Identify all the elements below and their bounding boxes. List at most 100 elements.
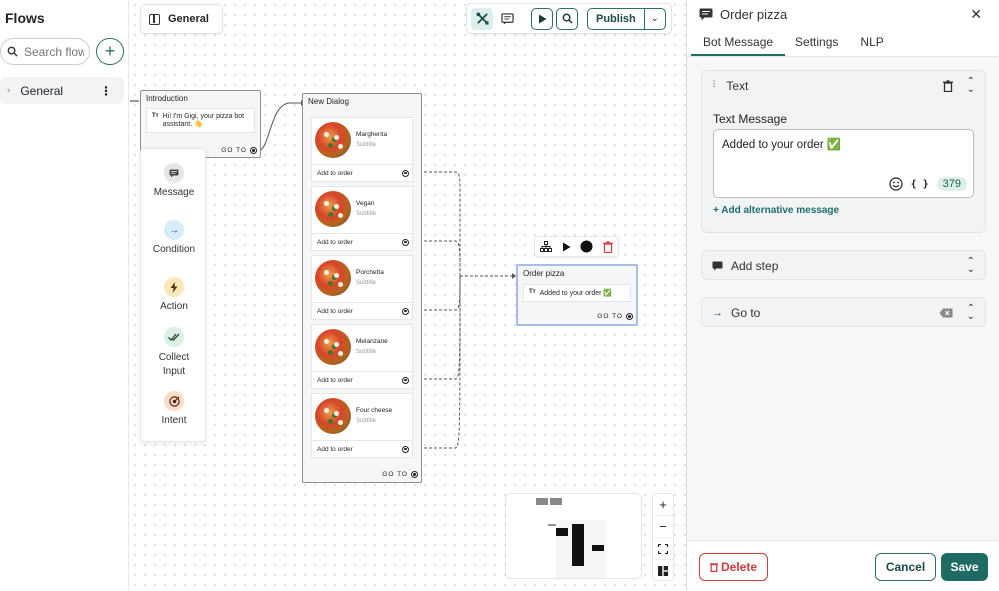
connector-dot-icon[interactable] [402,307,409,315]
panel-footer: Delete Cancel Save [687,540,999,591]
connector-dot-icon[interactable] [626,313,633,320]
target-icon [164,391,184,411]
chevron-right-icon: › [7,85,11,96]
delete-label: Delete [720,560,758,574]
palette-item-condition[interactable]: → Condition [141,220,207,255]
add-flow-button[interactable]: + [96,38,124,65]
clear-icon[interactable] [939,308,953,318]
go-to-label: Go to [731,305,761,320]
node-toolbar [534,236,619,257]
emoji-icon[interactable] [888,177,903,191]
palette-label: Collect Input [158,352,190,377]
goto-handle[interactable]: GO TO [221,147,257,154]
card-button[interactable]: Add to order [312,302,413,319]
trash-icon[interactable] [603,240,614,253]
card-subtitle: Subtitle [356,418,377,424]
record-icon[interactable] [580,240,593,253]
cancel-button[interactable]: Cancel [875,553,936,581]
card-button[interactable]: Add to order [312,233,413,250]
connector-dot-icon[interactable] [402,169,409,177]
arrow-right-icon: → [164,220,184,240]
card-subtitle: Subtitle [356,349,377,355]
zoom-in-icon[interactable]: + [653,494,673,516]
expand-icon[interactable]: ⌃ ⌄ [967,303,975,321]
layout-icon[interactable] [653,560,673,582]
play-icon[interactable] [562,242,571,252]
card-title: Four cheese [356,407,393,414]
card-button-label: Add to order [317,376,353,384]
carousel-card[interactable]: Four cheese Subtitle Add to order [311,393,413,458]
card-button[interactable]: Add to order [312,440,413,457]
message-block[interactable]: Tт Hi! I'm Gigi, your pizza bot assistan… [146,108,255,133]
text-section-header: ⠇ Text ⌃ ⌄ [702,71,985,100]
zoom-controls: + − [652,493,674,581]
go-to-section[interactable]: → Go to ⌃ ⌄ [701,297,986,327]
text-message-input[interactable]: Added to your order ✅ { } 379 [713,129,974,198]
expand-icon[interactable]: ⌃ ⌄ [967,256,975,274]
palette-item-message[interactable]: Message [141,163,207,198]
connector-dot-icon[interactable] [250,147,257,154]
fit-view-icon[interactable] [653,538,673,560]
carousel-card[interactable]: Vegan Subtitle Add to order [311,186,413,251]
palette-item-collect-input[interactable]: Collect Input [141,327,207,379]
add-step-section[interactable]: Add step ⌃ ⌄ [701,250,986,280]
card-button-label: Add to order [317,238,353,246]
palette-item-action[interactable]: Action [141,277,207,312]
variables-icon[interactable]: { } [911,179,929,190]
search-input[interactable] [24,44,84,59]
minimap[interactable] [505,493,642,579]
close-icon[interactable]: ✕ [970,6,982,23]
zoom-out-icon[interactable]: − [653,516,673,538]
card-button[interactable]: Add to order [312,164,413,181]
panel-header: Order pizza ✕ Bot Message Settings NLP [687,0,999,57]
connector-dot-icon[interactable] [411,471,418,478]
tab-settings[interactable]: Settings [795,34,838,56]
search-icon [7,46,18,57]
add-step-header[interactable]: Add step ⌃ ⌄ [702,251,985,280]
palette-label: Message [153,187,195,198]
carousel-card[interactable]: Porchetta Subtitle Add to order [311,255,413,320]
order-pizza-node[interactable]: Order pizza Tт Added to your order ✅ GO … [516,264,638,326]
step-palette: Message → Condition Action Collect Input… [140,148,206,442]
add-alternative-message-link[interactable]: + Add alternative message [713,205,839,216]
drag-handle-icon[interactable]: ⠇ [712,80,719,91]
card-title: Vegan [356,200,375,207]
goto-label: GO TO [221,147,247,154]
card-button-label: Add to order [317,445,353,453]
goto-handle[interactable]: GO TO [597,313,633,320]
go-to-header[interactable]: → Go to ⌃ ⌄ [702,298,985,327]
collapse-icon[interactable]: ⌃ ⌄ [967,76,975,94]
palette-item-intent[interactable]: Intent [141,391,207,426]
text-type-icon: Tт [152,113,159,119]
card-button[interactable]: Add to order [312,371,413,388]
sidebar-item-label: General [20,83,64,98]
save-button[interactable]: Save [941,553,988,581]
hierarchy-icon[interactable] [539,241,552,252]
connector-dot-icon[interactable] [402,445,409,453]
connector-dot-icon[interactable] [402,238,409,246]
trash-icon[interactable] [942,79,953,92]
flow-canvas[interactable]: General Publish ⌄ Introduction Tт Hi! I'… [130,0,686,591]
tab-bot-message[interactable]: Bot Message [691,34,786,56]
connector-dot-icon[interactable] [402,376,409,384]
flows-sidebar: Flows + › General ⋮ [0,0,129,591]
search-box[interactable] [0,38,90,65]
node-title: Introduction [146,94,188,103]
edge-intro-to-dialog [257,102,301,152]
arrow-right-icon: → [712,306,723,319]
carousel-card[interactable]: Margherita Subtitle Add to order [311,117,413,182]
tab-nlp[interactable]: NLP [860,34,883,56]
pizza-image [315,398,351,434]
kebab-menu-icon[interactable]: ⋮ [100,84,112,98]
double-check-icon [164,327,184,347]
goto-handle[interactable]: GO TO [382,471,418,478]
dialog-node[interactable]: New Dialog Margherita Subtitle Add to or… [302,93,422,483]
sidebar-item-general[interactable]: › General ⋮ [0,77,124,104]
delete-button[interactable]: Delete [699,553,768,581]
carousel-card[interactable]: Melanzane Subtitle Add to order [311,324,413,389]
message-text: Hi! I'm Gigi, your pizza bot assistant. … [162,113,245,128]
message-block[interactable]: Tт Added to your order ✅ [523,284,631,302]
card-title: Melanzane [356,338,388,345]
pizza-image [315,191,351,227]
bolt-icon [164,277,184,297]
